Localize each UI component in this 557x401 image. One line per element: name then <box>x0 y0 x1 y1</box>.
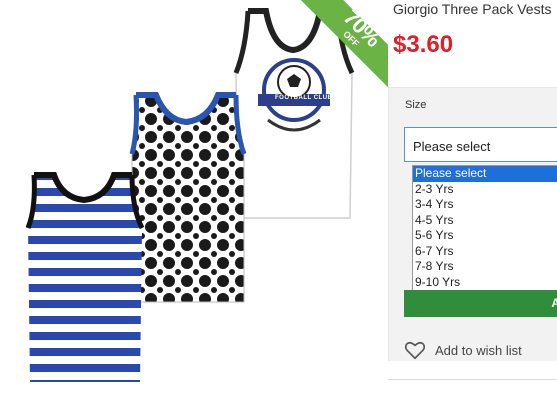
striped-vest <box>25 172 145 382</box>
size-option[interactable]: 9-10 Yrs <box>413 275 557 291</box>
product-title: Giorgio Three Pack Vests <box>393 1 552 17</box>
sale-badge: UP TO 70% OFF <box>298 0 388 90</box>
wishlist-label: Add to wish list <box>435 343 522 358</box>
vest-logo-text: FOOTBALL CLUB <box>275 95 333 101</box>
product-image[interactable]: FOOTBALL CLUB UP TO 70% OFF <box>0 0 388 401</box>
size-select-value: Please select <box>413 139 491 154</box>
size-label: Size <box>405 99 427 111</box>
size-option[interactable]: 2-3 Yrs <box>413 182 557 198</box>
size-select[interactable]: Please select <box>404 127 557 162</box>
size-dropdown-list[interactable]: Please select 2-3 Yrs 3-4 Yrs 4-5 Yrs 5-… <box>412 165 557 291</box>
size-option[interactable]: 5-6 Yrs <box>413 228 557 244</box>
size-option[interactable]: 4-5 Yrs <box>413 213 557 229</box>
product-details-panel: Giorgio Three Pack Vests $3.60 Size Plea… <box>388 0 557 401</box>
add-to-bag-button[interactable]: A <box>404 290 557 317</box>
divider <box>388 379 557 380</box>
size-option[interactable]: 6-7 Yrs <box>413 244 557 260</box>
size-option[interactable]: Please select <box>413 166 557 182</box>
size-option[interactable]: 7-8 Yrs <box>413 259 557 275</box>
product-price: $3.60 <box>393 31 454 58</box>
size-option[interactable]: 3-4 Yrs <box>413 197 557 213</box>
heart-icon <box>404 341 426 360</box>
